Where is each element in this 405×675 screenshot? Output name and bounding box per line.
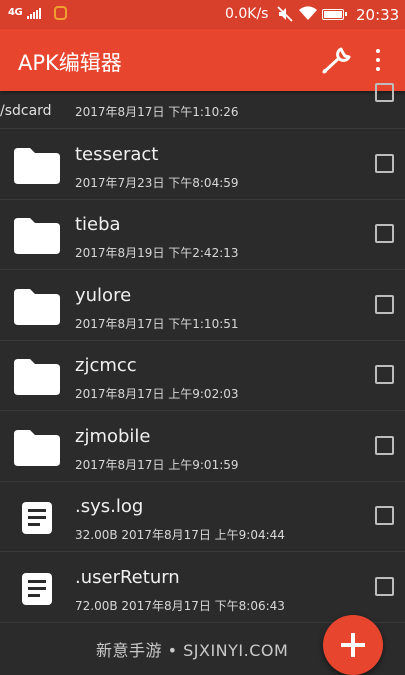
item-meta: 32.00B 2017年8月17日 上午9:04:44 — [75, 528, 285, 542]
item-checkbox[interactable] — [375, 294, 394, 314]
folder-icon — [14, 359, 60, 399]
wifi-icon — [299, 6, 317, 21]
mute-icon — [277, 6, 293, 22]
folder-icon — [14, 429, 60, 470]
clock: 20:33 — [356, 6, 400, 24]
list-item[interactable]: zjmobile 2017年8月17日 上午9:01:59 — [0, 412, 405, 482]
list-item[interactable]: 2017年8月17日 下午1:10:26 — [0, 59, 405, 129]
file-icon — [14, 571, 60, 611]
file-icon — [14, 500, 60, 540]
item-checkbox[interactable] — [375, 506, 394, 525]
watermark: 新意手游 • SJXINYI.COM — [96, 641, 289, 660]
item-meta: 72.00B 2017年8月17日 下午8:06:43 — [75, 598, 285, 613]
item-checkbox[interactable] — [375, 224, 394, 243]
item-name: .userReturn — [75, 566, 180, 588]
list-item[interactable]: .userReturn 72.00B 2017年8月17日 下午8:06:43 — [0, 553, 405, 623]
item-meta: 2017年8月17日 上午9:01:59 — [75, 457, 239, 472]
item-checkbox[interactable] — [375, 365, 394, 384]
current-path: /sdcard — [0, 103, 52, 119]
list-item[interactable]: tieba 2017年8月19日 下午2:42:13 — [0, 200, 405, 270]
item-checkbox[interactable] — [375, 83, 394, 102]
list-item[interactable]: .sys.log 32.00B 2017年8月17日 上午9:04:44 — [0, 482, 405, 552]
item-checkbox[interactable] — [375, 153, 394, 173]
item-meta: 2017年8月19日 下午2:42:13 — [75, 246, 239, 260]
item-checkbox[interactable] — [375, 435, 394, 455]
item-name: tesseract — [75, 143, 159, 165]
list-item[interactable]: yulore 2017年8月17日 下午1:10:51 — [0, 271, 405, 341]
item-meta: 2017年8月17日 上午9:02:03 — [75, 387, 239, 401]
item-meta: 2017年8月17日 下午1:10:26 — [75, 105, 239, 119]
item-checkbox[interactable] — [375, 576, 394, 596]
item-name: tieba — [75, 214, 121, 235]
signal-icon — [27, 8, 41, 19]
folder-icon — [14, 218, 60, 258]
item-meta: 2017年8月17日 下午1:10:51 — [75, 316, 239, 331]
item-meta: 2017年7月23日 下午8:04:59 — [75, 175, 239, 190]
folder-icon — [14, 147, 60, 188]
status-bar: 4G 0.0K/s 20:33 — [0, 0, 405, 29]
list-item[interactable]: tesseract 2017年7月23日 下午8:04:59 — [0, 130, 405, 200]
list-item[interactable]: zjcmcc 2017年8月17日 上午9:02:03 — [0, 341, 405, 411]
network-speed: 0.0K/s — [225, 6, 269, 22]
network-type: 4G — [8, 7, 23, 18]
add-icon[interactable] — [323, 615, 383, 675]
item-name: zjcmcc — [75, 355, 137, 376]
item-name: zjmobile — [75, 425, 151, 447]
item-name: .sys.log — [75, 496, 144, 517]
item-name: yulore — [75, 284, 132, 306]
battery-icon — [322, 9, 347, 20]
notification-app-icon — [54, 6, 67, 20]
folder-icon — [14, 288, 60, 329]
